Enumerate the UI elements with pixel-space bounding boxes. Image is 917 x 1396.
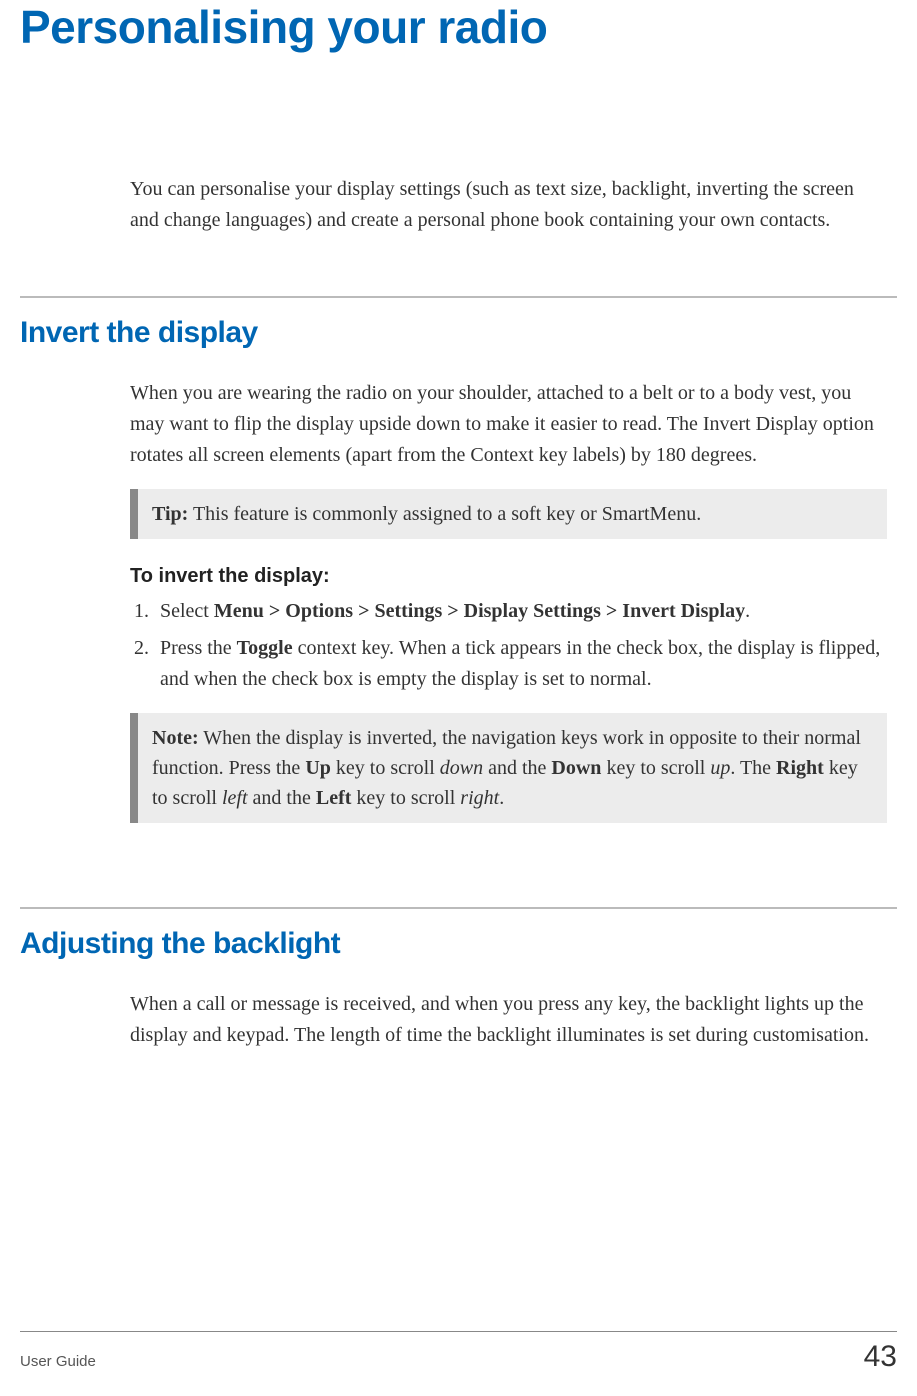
page-number: 43 [864,1340,897,1374]
step-2-bold: Toggle [237,637,293,659]
note-t2: key to scroll [331,757,440,779]
note-t9: . [499,787,504,809]
step-1-post: . [745,600,750,622]
footer-left: User Guide [20,1353,96,1370]
note-i3: left [222,787,248,809]
note-label: Note: [152,727,199,749]
step-1-pre: Select [160,600,214,622]
tip-text: This feature is commonly assigned to a s… [188,503,701,525]
note-t5: . The [730,757,776,779]
tip-label: Tip: [152,503,188,525]
note-b4: Left [316,787,352,809]
page-footer: User Guide 43 [20,1331,897,1374]
invert-paragraph: When you are wearing the radio on your s… [130,378,887,471]
note-callout: Note: When the display is inverted, the … [130,713,887,823]
note-b3: Right [776,757,824,779]
backlight-paragraph: When a call or message is received, and … [130,989,887,1051]
section-rule [20,296,897,298]
subheading-invert: To invert the display: [130,565,887,588]
step-1-bold: Menu > Options > Settings > Display Sett… [214,600,745,622]
note-t4: key to scroll [601,757,710,779]
note-i4: right [460,787,499,809]
note-t8: key to scroll [351,787,460,809]
page-title: Personalising your radio [20,0,897,54]
note-b1: Up [305,757,331,779]
section-heading-backlight: Adjusting the backlight [20,927,897,961]
section-rule-2 [20,907,897,909]
note-t3: and the [483,757,551,779]
intro-paragraph: You can personalise your display setting… [130,174,887,236]
note-i2: up [710,757,730,779]
tip-callout: Tip: This feature is commonly assigned t… [130,489,887,539]
note-b2: Down [551,757,601,779]
step-1: Select Menu > Options > Settings > Displ… [154,596,887,627]
note-i1: down [440,757,483,779]
step-2-pre: Press the [160,637,237,659]
section-heading-invert: Invert the display [20,316,897,350]
note-t7: and the [248,787,316,809]
step-2: Press the Toggle context key. When a tic… [154,633,887,695]
steps-list: Select Menu > Options > Settings > Displ… [154,596,887,695]
